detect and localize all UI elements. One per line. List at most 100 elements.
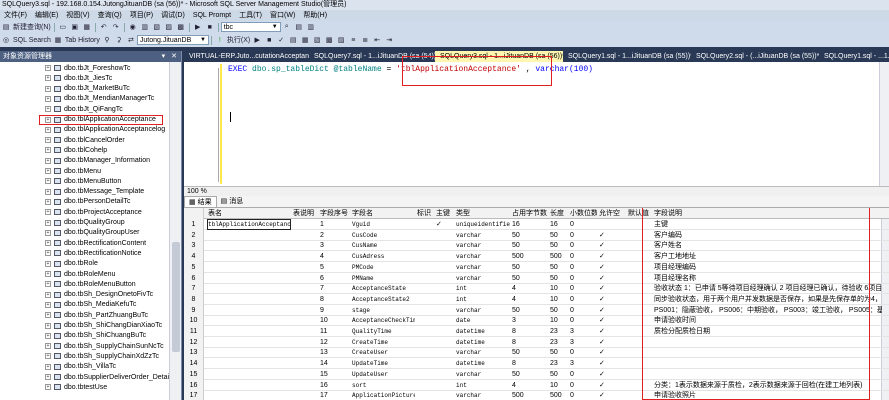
table-cell[interactable]: 0 xyxy=(568,347,597,358)
table-cell[interactable]: date xyxy=(454,315,510,326)
table-cell[interactable]: ✓ xyxy=(434,219,454,230)
expand-icon[interactable]: + xyxy=(45,75,51,82)
properties-icon[interactable]: ▥ xyxy=(140,22,150,32)
menu-window[interactable]: 窗口(W) xyxy=(266,10,299,21)
table-cell[interactable]: UpdateUser xyxy=(350,369,415,380)
table-cell[interactable] xyxy=(415,337,434,348)
expand-icon[interactable]: + xyxy=(45,188,51,195)
debug-run-icon[interactable]: ▶ xyxy=(252,35,262,45)
expand-icon[interactable]: + xyxy=(45,384,51,391)
row-number[interactable]: 12 xyxy=(184,336,204,348)
expand-icon[interactable]: + xyxy=(45,250,51,257)
table-cell[interactable] xyxy=(291,219,318,230)
table-cell[interactable]: Vguid xyxy=(350,219,415,230)
row-number[interactable]: 5 xyxy=(184,261,204,273)
expand-icon[interactable]: + xyxy=(45,147,51,154)
column-header[interactable]: 主键 xyxy=(434,208,454,219)
table-cell[interactable]: varchar xyxy=(454,305,510,316)
table-cell[interactable]: 0 xyxy=(568,305,597,316)
table-cell[interactable] xyxy=(291,305,318,316)
table-cell[interactable] xyxy=(206,347,291,358)
tree-item-table[interactable]: + dbo.tbSh_SupplyChainSunNcTc xyxy=(0,341,170,351)
tree-item-table[interactable]: + dbo.tbSh_MediaKefuTc xyxy=(0,300,170,310)
cancel-query-icon[interactable]: ■ xyxy=(264,35,274,45)
expand-icon[interactable]: + xyxy=(45,240,51,247)
column-header[interactable]: 表名 xyxy=(206,208,291,219)
table-cell[interactable]: 8 xyxy=(318,294,350,305)
table-cell[interactable]: 4 xyxy=(510,294,548,305)
menu-view[interactable]: 视图(V) xyxy=(62,10,93,21)
tab-results[interactable]: ▦ 结果 xyxy=(184,196,217,207)
column-header[interactable]: 字段名 xyxy=(350,208,415,219)
table-cell[interactable]: int xyxy=(454,283,510,294)
table-cell[interactable]: 0 xyxy=(568,390,597,400)
table-cell[interactable]: 12 xyxy=(318,337,350,348)
expand-icon[interactable]: + xyxy=(45,229,51,236)
table-cell[interactable]: 0 xyxy=(568,230,597,241)
table-cell[interactable]: CreateUser xyxy=(350,347,415,358)
table-cell[interactable]: 8 xyxy=(510,358,548,369)
grid-corner[interactable] xyxy=(184,208,204,219)
table-cell[interactable]: 23 xyxy=(548,326,568,337)
row-number[interactable]: 14 xyxy=(184,358,204,370)
row-number[interactable]: 3 xyxy=(184,240,204,252)
expand-icon[interactable]: + xyxy=(45,322,51,329)
save-all-icon[interactable]: ▦ xyxy=(82,22,92,32)
server-combo[interactable]: tbc ▼ xyxy=(220,22,281,32)
redo-icon[interactable]: ↷ xyxy=(111,22,121,32)
table-cell[interactable]: 50 xyxy=(548,305,568,316)
table-cell[interactable]: 3 xyxy=(510,315,548,326)
table-cell[interactable]: 50 xyxy=(548,240,568,251)
table-cell[interactable]: 50 xyxy=(510,230,548,241)
table-cell[interactable]: 500 xyxy=(510,390,548,400)
table-cell[interactable] xyxy=(291,315,318,326)
table-cell[interactable]: ✓ xyxy=(597,347,626,358)
expand-icon[interactable]: + xyxy=(45,95,51,102)
table-cell[interactable] xyxy=(415,390,434,400)
table-cell[interactable]: 11 xyxy=(318,326,350,337)
table-cell[interactable]: 5 xyxy=(318,262,350,273)
expand-icon[interactable]: + xyxy=(45,332,51,339)
table-cell[interactable] xyxy=(291,251,318,262)
table-cell[interactable]: 10 xyxy=(548,380,568,391)
expand-icon[interactable]: + xyxy=(45,353,51,360)
table-cell[interactable]: QualityTime xyxy=(350,326,415,337)
table-cell[interactable] xyxy=(434,315,454,326)
table-cell[interactable]: ✓ xyxy=(597,240,626,251)
tree-item-table[interactable]: + dbo.tbJt_MendianManagerTc xyxy=(0,94,170,104)
table-cell[interactable]: AcceptanceState2 xyxy=(350,294,415,305)
results-file-icon[interactable]: ▨ xyxy=(336,35,346,45)
expand-icon[interactable]: + xyxy=(45,301,51,308)
expand-icon[interactable]: + xyxy=(45,126,51,133)
table-cell[interactable]: 16 xyxy=(548,219,568,230)
query-editor[interactable]: EXEC dbo.sp_tableDict @tableName = 'tblA… xyxy=(184,56,889,186)
table-cell[interactable] xyxy=(434,262,454,273)
query-designer-icon[interactable]: ▦ xyxy=(300,35,310,45)
table-cell[interactable]: 0 xyxy=(568,273,597,284)
menu-tools[interactable]: 工具(T) xyxy=(235,10,266,21)
stop-icon[interactable]: ■ xyxy=(205,22,215,32)
row-number[interactable]: 15 xyxy=(184,368,204,380)
panel-pin-icon[interactable]: ▾ ✕ xyxy=(162,51,179,62)
row-number[interactable]: 7 xyxy=(184,283,204,295)
tab-sqlquery1[interactable]: SQLQuery1.sql - 1...iJituanDB (sa (55))* xyxy=(563,51,691,62)
find-icon[interactable]: ⌕ xyxy=(282,22,292,32)
table-cell[interactable]: 0 xyxy=(568,283,597,294)
tree-item-table[interactable]: + dbo.tbJt_MarketBuTc xyxy=(0,84,170,94)
table-cell[interactable]: ✓ xyxy=(597,390,626,400)
table-cell[interactable] xyxy=(434,240,454,251)
expand-icon[interactable]: + xyxy=(45,363,51,370)
tab-history-button[interactable]: Tab History xyxy=(65,35,100,45)
expand-icon[interactable]: + xyxy=(45,209,51,216)
undo-icon[interactable]: ↶ xyxy=(99,22,109,32)
tree-item-table[interactable]: + dbo.tbRoleMenu xyxy=(0,269,170,279)
table-cell[interactable]: 8 xyxy=(510,326,548,337)
table-cell[interactable]: ✓ xyxy=(597,305,626,316)
expand-icon[interactable]: + xyxy=(45,178,51,185)
table-cell[interactable] xyxy=(434,251,454,262)
table-cell[interactable] xyxy=(291,358,318,369)
table-cell[interactable]: varchar xyxy=(454,262,510,273)
table-cell[interactable]: PMCode xyxy=(350,262,415,273)
expand-icon[interactable]: + xyxy=(45,85,51,92)
table-cell[interactable]: varchar xyxy=(454,369,510,380)
